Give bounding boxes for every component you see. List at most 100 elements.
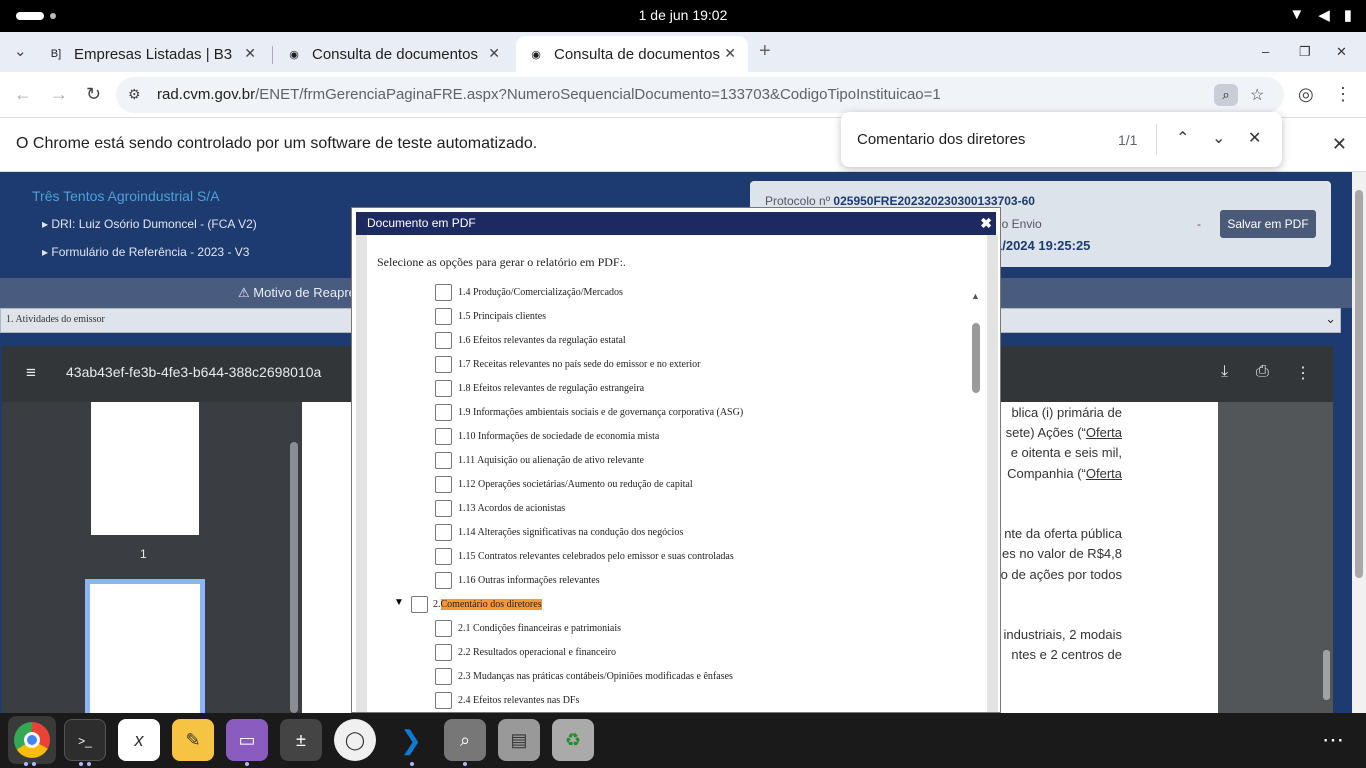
print-icon[interactable]: ⎙ [1256, 363, 1269, 381]
option-1-16[interactable]: 1.16 Outras informações relevantes [435, 568, 600, 592]
checkbox[interactable] [435, 643, 452, 661]
option-1-15[interactable]: 1.15 Contratos relevantes celebrados pel… [435, 544, 734, 568]
text-editor-icon[interactable]: ✎ [172, 719, 214, 761]
option-1-6[interactable]: 1.6 Efeitos relevantes da regulação esta… [435, 328, 626, 352]
section-2-comentario-diretores[interactable]: 2. Comentário dos diretores [411, 592, 542, 616]
checkbox[interactable] [411, 595, 428, 613]
pdf-text-line: nte da oferta pública [1004, 526, 1122, 541]
tab-consulta-documentos-1[interactable]: ◉ Consulta de documentos ✕ [274, 36, 512, 72]
system-status-area[interactable]: ▼ ◀ ▮ [1289, 6, 1352, 24]
clock[interactable]: 1 de jun 19:02 [0, 7, 1366, 23]
find-input[interactable]: Comentario dos diretores [857, 131, 1025, 148]
option-1-7[interactable]: 1.7 Receitas relevantes no país sede do … [435, 352, 700, 376]
checkbox[interactable] [435, 403, 452, 421]
find-previous-icon[interactable]: ⌃ [1176, 128, 1189, 148]
running-indicator [32, 762, 36, 766]
window-scrollbar[interactable] [1352, 172, 1366, 713]
company-name[interactable]: Três Tentos Agroindustrial S/A [32, 188, 220, 204]
xournal-icon[interactable]: x [118, 719, 160, 761]
close-tab-icon[interactable]: ✕ [724, 45, 736, 62]
option-1-8[interactable]: 1.8 Efeitos relevantes de regulação estr… [435, 376, 644, 400]
checkbox[interactable] [435, 547, 452, 565]
close-icon[interactable]: ✖ [980, 215, 992, 232]
disks-icon[interactable]: ▤ [498, 719, 540, 761]
page-thumbnail-2[interactable] [85, 579, 205, 713]
back-button[interactable]: ← [14, 84, 32, 105]
checkbox[interactable] [435, 475, 452, 493]
tab-search-chevron-icon[interactable]: ⌄ [14, 42, 27, 60]
checkbox[interactable] [435, 379, 452, 397]
download-icon[interactable]: ⤓ [1221, 363, 1228, 381]
find-next-icon[interactable]: ⌄ [1212, 128, 1225, 148]
checkbox[interactable] [435, 355, 452, 373]
google-lens-icon[interactable]: ⌕ [1214, 84, 1238, 106]
option-1-11[interactable]: 1.11 Aquisição ou alienação de ativo rel… [435, 448, 644, 472]
find-close-icon[interactable]: ✕ [1248, 128, 1261, 148]
checkbox[interactable] [435, 667, 452, 685]
address-bar[interactable]: ⚙ rad.cvm.gov.br/ENET/frmGerenciaPaginaF… [116, 77, 1284, 113]
option-1-12[interactable]: 1.12 Operações societárias/Aumento ou re… [435, 472, 693, 496]
option-2-1[interactable]: 2.1 Condições financeiras e patrimoniais [435, 616, 621, 640]
site-info-icon[interactable]: ⚙ [128, 86, 141, 103]
pdf-text-line: e oitenta e seis mil, [1010, 445, 1122, 460]
find-separator [1156, 124, 1157, 155]
close-tab-icon[interactable]: ✕ [244, 45, 256, 62]
checkbox[interactable] [435, 499, 452, 517]
option-1-9[interactable]: 1.9 Informações ambientais sociais e de … [435, 400, 743, 424]
scroll-up-icon[interactable]: ▲ [971, 291, 980, 301]
thumbnail-scrollbar[interactable] [288, 404, 300, 713]
image-viewer-icon[interactable]: ⌕ [444, 719, 486, 761]
url-text[interactable]: rad.cvm.gov.br/ENET/frmGerenciaPaginaFRE… [157, 86, 941, 103]
pdf-page-scrollbar[interactable] [1320, 404, 1333, 713]
page-thumbnail-1[interactable] [91, 402, 199, 535]
option-2-4[interactable]: 2.4 Efeitos relevantes nas DFs [435, 688, 579, 712]
dock: >_ x ✎ ▭ ± ◯ ❯ ⌕ ▤ ♻ ⋯ [0, 713, 1366, 768]
reload-button[interactable]: ↻ [86, 84, 101, 105]
dialog-title: Documento em PDF [367, 216, 476, 230]
files-icon[interactable]: ▭ [226, 719, 268, 761]
terminal-icon[interactable]: >_ [64, 719, 106, 761]
option-1-13[interactable]: 1.13 Acordos de acionistas [435, 496, 565, 520]
chrome-menu-icon[interactable]: ⋮ [1334, 84, 1352, 105]
calculator-icon[interactable]: ± [280, 719, 322, 761]
option-2-2[interactable]: 2.2 Resultados operacional e financeiro [435, 640, 616, 664]
checkbox[interactable] [435, 571, 452, 589]
close-window-button[interactable]: ✕ [1336, 44, 1347, 60]
checkbox[interactable] [435, 331, 452, 349]
tab-empresas-listadas[interactable]: B] Empresas Listadas | B3 ✕ [36, 36, 268, 72]
option-2-3[interactable]: 2.3 Mudanças nas práticas contábeis/Opin… [435, 664, 733, 688]
more-options-icon[interactable]: ⋮ [1295, 363, 1311, 383]
tab-consulta-documentos-active[interactable]: ◉ Consulta de documentos ✕ [516, 36, 748, 72]
option-1-5[interactable]: 1.5 Principais clientes [435, 304, 546, 328]
checkbox[interactable] [435, 691, 452, 709]
option-1-14[interactable]: 1.14 Alterações significativas na conduç… [435, 520, 683, 544]
maximize-button[interactable]: ❐ [1299, 44, 1311, 60]
hamburger-menu-icon[interactable]: ≡ [26, 363, 36, 383]
egg-timer-icon[interactable]: ◯ [334, 719, 376, 761]
profile-icon[interactable]: ◎ [1298, 84, 1314, 105]
minimize-button[interactable]: – [1262, 44, 1269, 59]
option-1-4[interactable]: 1.4 Produção/Comercialização/Mercados [435, 280, 623, 304]
checkbox[interactable] [435, 307, 452, 325]
checkbox[interactable] [435, 283, 452, 301]
protocol-number: Protocolo nº 025950FRE202320230300133703… [765, 194, 1035, 208]
new-tab-button[interactable]: + [759, 40, 771, 63]
forward-button[interactable]: → [50, 84, 68, 105]
show-apps-icon[interactable]: ⋯ [1322, 727, 1344, 753]
expand-caret-icon[interactable]: ▼ [394, 597, 404, 608]
infobar-close-icon[interactable]: ✕ [1332, 134, 1347, 155]
option-1-10[interactable]: 1.10 Informações de sociedade de economi… [435, 424, 659, 448]
checkbox[interactable] [435, 427, 452, 445]
checkbox[interactable] [435, 523, 452, 541]
bookmark-star-icon[interactable]: ☆ [1250, 85, 1264, 105]
checkbox[interactable] [435, 451, 452, 469]
trash-icon[interactable]: ♻ [552, 719, 594, 761]
close-tab-icon[interactable]: ✕ [488, 45, 500, 62]
pdf-text-line: es no valor de R$4,8 [1002, 546, 1122, 561]
pdf-text-line: sete) Ações (“Oferta [1005, 425, 1122, 440]
checkbox[interactable] [435, 619, 452, 637]
vscode-icon[interactable]: ❯ [390, 719, 432, 761]
options-scrollbar[interactable]: ▲ [969, 289, 983, 712]
chrome-icon[interactable] [8, 716, 56, 764]
save-pdf-button[interactable]: Salvar em PDF [1220, 210, 1316, 238]
